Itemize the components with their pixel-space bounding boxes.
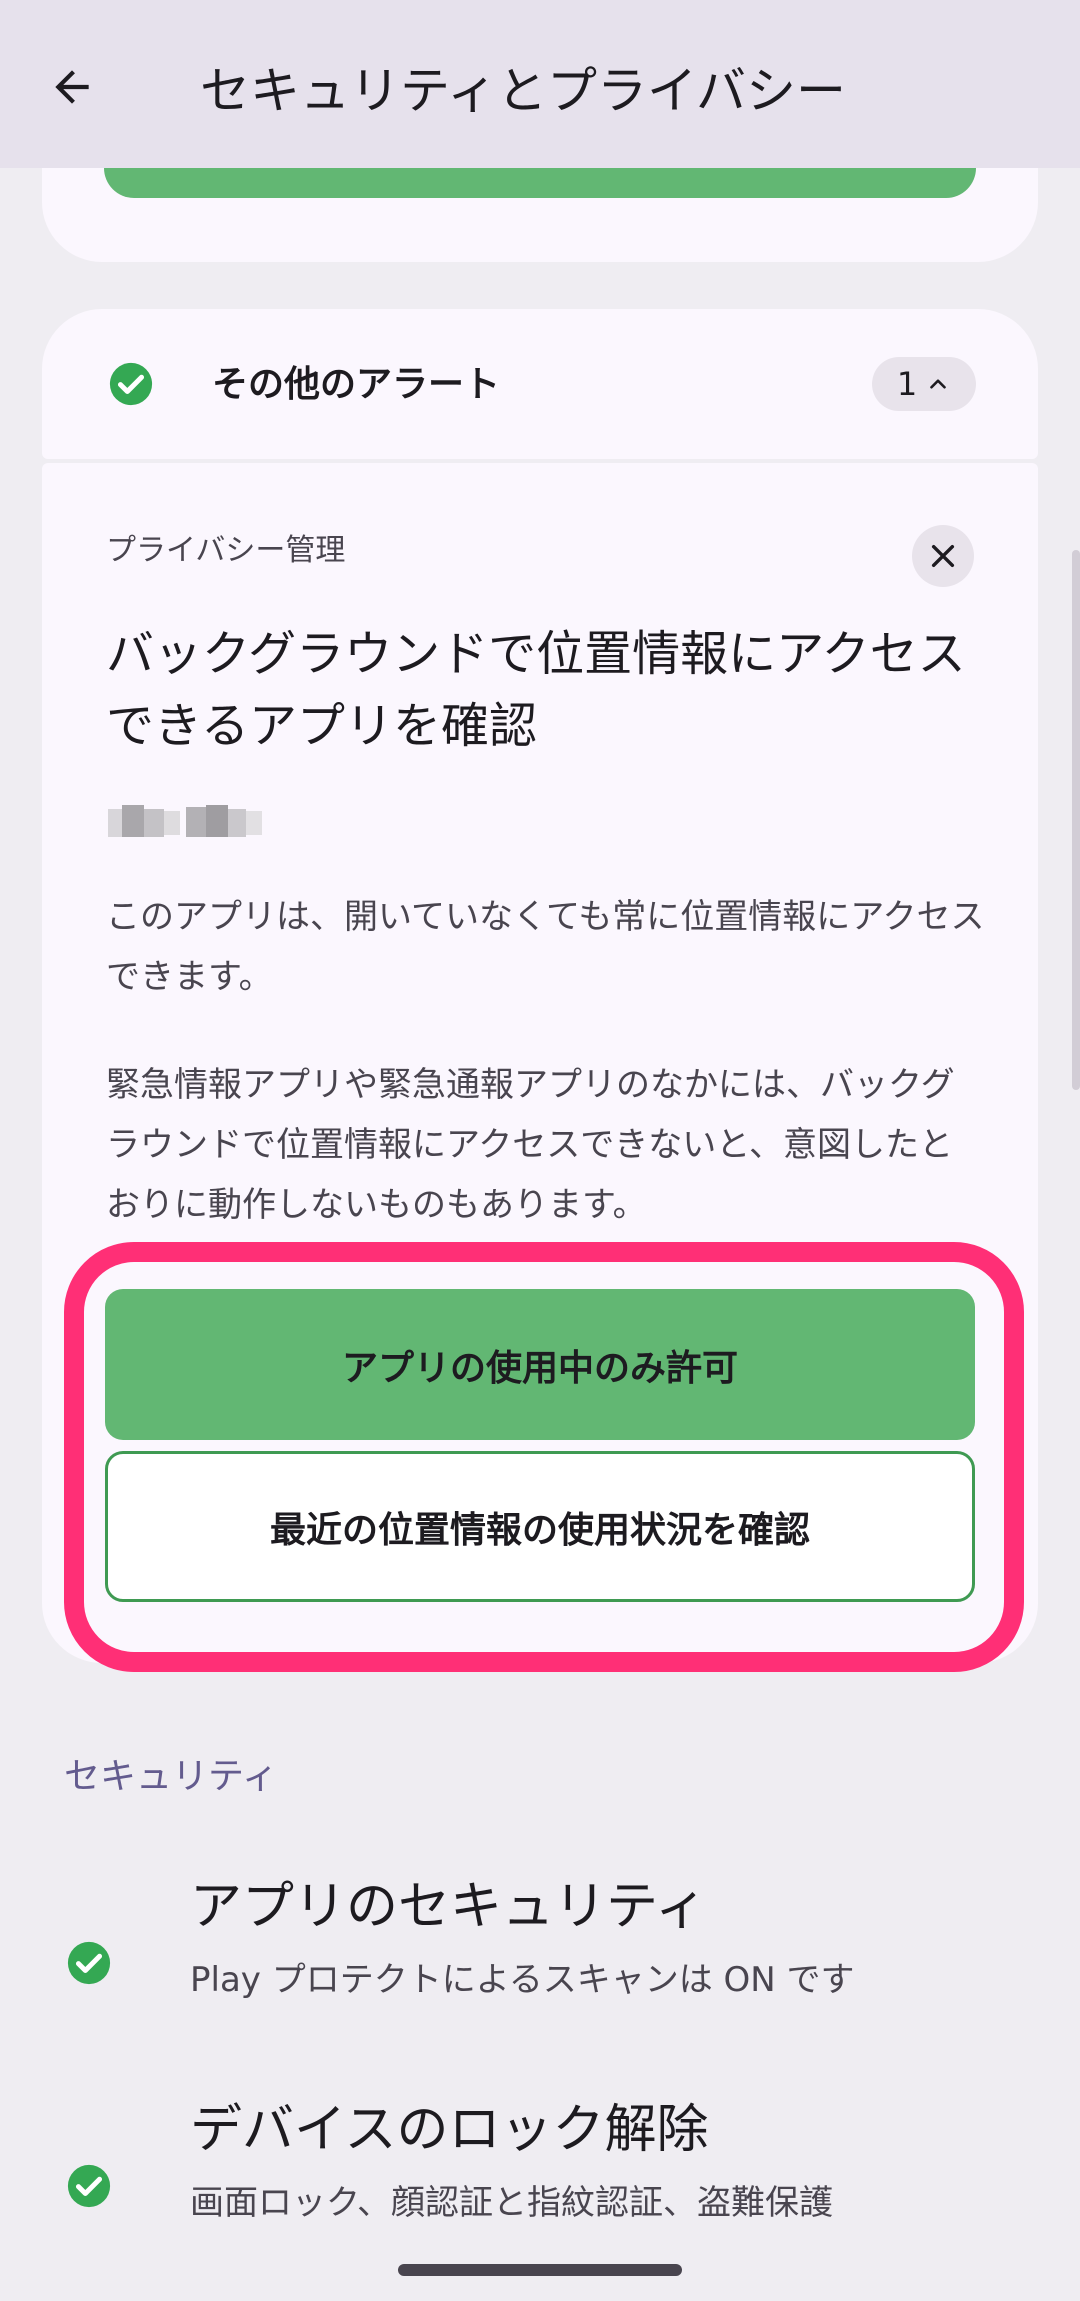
scrollbar[interactable] (1072, 550, 1080, 1090)
allow-only-while-using-button[interactable]: アプリの使用中のみ許可 (105, 1289, 975, 1440)
page-title: セキュリティとプライバシー (200, 62, 846, 120)
list-item-app-security[interactable]: アプリのセキュリティ Play プロテクトによるスキャンは ON です (0, 1860, 1080, 2060)
dismiss-button[interactable] (912, 525, 974, 587)
alerts-count-chip[interactable]: 1 (872, 357, 976, 411)
list-item-subtitle: 画面ロック、顔認証と指紋認証、盗難保護 (190, 2183, 833, 2223)
alerts-count: 1 (896, 365, 918, 403)
review-location-usage-button[interactable]: 最近の位置情報の使用状況を確認 (105, 1451, 975, 1602)
home-indicator[interactable] (398, 2264, 682, 2276)
previous-card-button[interactable] (104, 168, 976, 198)
alert-category: プライバシー管理 (106, 533, 346, 568)
close-icon (931, 544, 955, 568)
top-app-bar: セキュリティとプライバシー (0, 0, 1080, 168)
list-item-subtitle: Play プロテクトによるスキャンは ON です (190, 1960, 855, 2000)
list-item-title: アプリのセキュリティ (190, 1877, 707, 1937)
check-circle-icon (67, 2164, 111, 2208)
list-item-title: デバイスのロック解除 (190, 2100, 709, 2160)
arrow-back-icon (55, 70, 89, 104)
check-circle-icon (109, 362, 153, 406)
alert-title: バックグラウンドで位置情報にアクセスできるアプリを確認 (106, 626, 966, 754)
back-button[interactable] (30, 45, 114, 129)
list-item-device-unlock[interactable]: デバイスのロック解除 画面ロック、顔認証と指紋認証、盗難保護 (0, 2083, 1080, 2283)
check-circle-icon (67, 1941, 111, 1985)
alerts-header-label: その他のアラート (212, 364, 501, 405)
alerts-header: その他のアラート 1 (42, 309, 1038, 459)
alert-description-detail: 緊急情報アプリや緊急通報アプリのなかには、バックグラウンドで位置情報にアクセスで… (106, 1065, 955, 1225)
alert-description: このアプリは、開いていなくても常に位置情報にアクセスできます。 (106, 897, 985, 997)
chevron-up-icon (930, 379, 946, 389)
security-section-header: セキュリティ (64, 1756, 278, 1797)
blurred-app-name (96, 781, 296, 865)
previous-card (42, 168, 1038, 262)
